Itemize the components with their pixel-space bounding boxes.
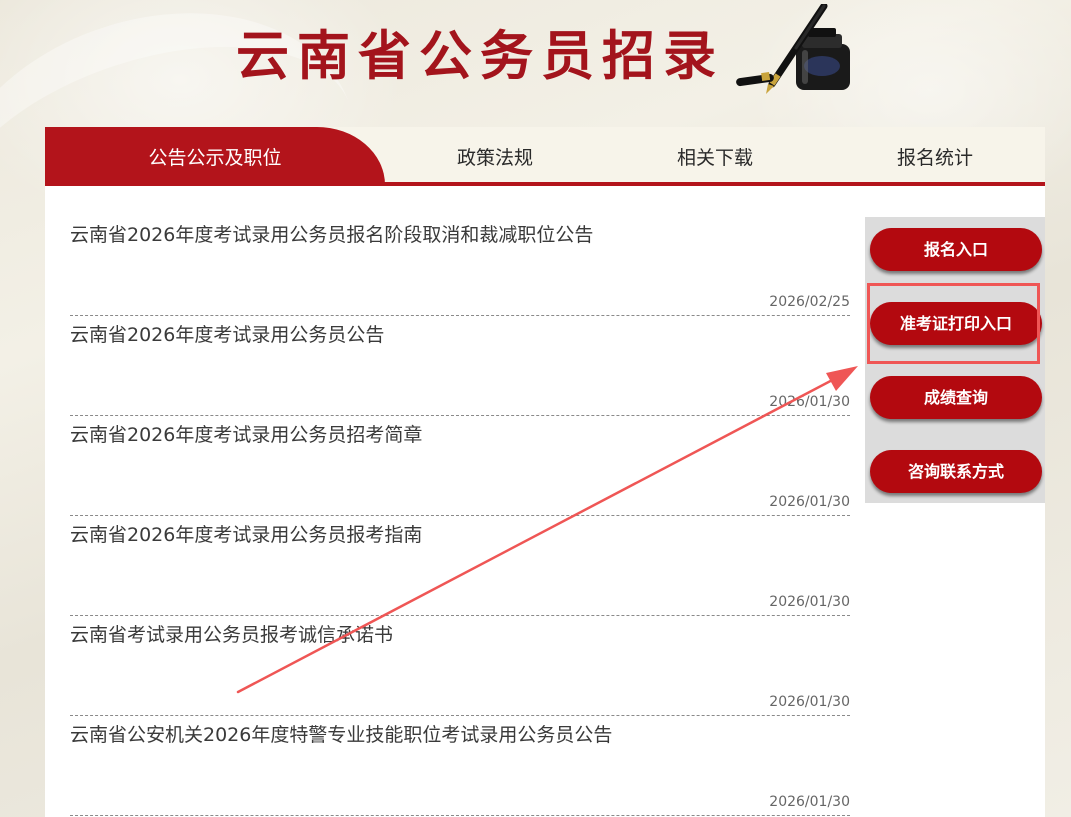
list-item: 云南省公安机关2026年度特警专业技能职位考试录用公务员公告 2026/01/3… (70, 716, 850, 816)
fountain-pen-and-ink-bottle-icon (736, 4, 850, 94)
tab-statistics[interactable]: 报名统计 (825, 127, 1045, 186)
tab-downloads[interactable]: 相关下载 (605, 127, 825, 186)
site-title: 云南省公务员招录 (236, 26, 724, 87)
main-panel: 公告公示及职位 政策法规 相关下载 报名统计 云南省2026年度考试录用公务员报… (45, 127, 1045, 817)
tab-bar: 公告公示及职位 政策法规 相关下载 报名统计 (45, 127, 1045, 186)
news-title-link[interactable]: 云南省考试录用公务员报考诚信承诺书 (70, 620, 393, 647)
list-item: 云南省考试录用公务员报考诚信承诺书 2026/01/30 (70, 616, 850, 716)
news-list: 云南省2026年度考试录用公务员报名阶段取消和裁减职位公告 2026/02/25… (70, 216, 850, 816)
list-item: 云南省2026年度考试录用公务员报考指南 2026/01/30 (70, 516, 850, 616)
score-query-button[interactable]: 成绩查询 (870, 376, 1042, 419)
contact-info-button[interactable]: 咨询联系方式 (870, 450, 1042, 493)
news-date: 2026/01/30 (769, 794, 850, 810)
tab-policies[interactable]: 政策法规 (385, 127, 605, 186)
news-title-link[interactable]: 云南省2026年度考试录用公务员报名阶段取消和裁减职位公告 (70, 220, 593, 247)
highlight-annotation-box (867, 283, 1040, 364)
news-date: 2026/01/30 (769, 594, 850, 610)
list-item: 云南省2026年度考试录用公务员公告 2026/01/30 (70, 316, 850, 416)
news-date: 2026/01/30 (769, 694, 850, 710)
news-title-link[interactable]: 云南省2026年度考试录用公务员公告 (70, 320, 384, 347)
registration-entry-button[interactable]: 报名入口 (870, 228, 1042, 271)
news-title-link[interactable]: 云南省2026年度考试录用公务员报考指南 (70, 520, 422, 547)
news-date: 2026/02/25 (769, 294, 850, 310)
news-title-link[interactable]: 云南省2026年度考试录用公务员招考简章 (70, 420, 422, 447)
news-date: 2026/01/30 (769, 394, 850, 410)
list-item: 云南省2026年度考试录用公务员报名阶段取消和裁减职位公告 2026/02/25 (70, 216, 850, 316)
tab-announcements[interactable]: 公告公示及职位 (45, 127, 385, 186)
list-item: 云南省2026年度考试录用公务员招考简章 2026/01/30 (70, 416, 850, 516)
news-title-link[interactable]: 云南省公安机关2026年度特警专业技能职位考试录用公务员公告 (70, 720, 612, 747)
news-date: 2026/01/30 (769, 494, 850, 510)
